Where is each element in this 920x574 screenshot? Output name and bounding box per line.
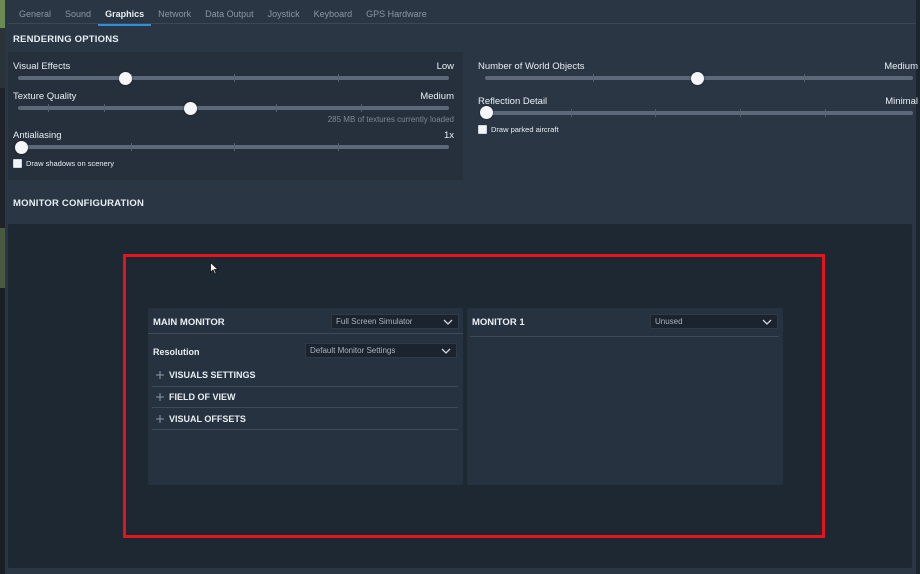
slider-tick [338,74,339,82]
slider-tick [48,104,49,112]
slider-tick [825,109,826,117]
tab-gps-hardware[interactable]: GPS Hardware [359,0,434,24]
slider-tick [234,74,235,82]
world-objects-value: Medium [884,61,918,72]
slider-tick [234,143,235,151]
tab-general[interactable]: General [12,0,58,24]
slider-tick [104,104,105,112]
tab-data-output[interactable]: Data Output [198,0,261,24]
slider-tick [593,74,594,82]
draw-shadows-checkbox[interactable]: Draw shadows on scenery [13,159,114,168]
reflection-detail-slider-track[interactable] [485,111,913,115]
slider-tick [338,143,339,151]
slider-tick [131,143,132,151]
antialiasing-value: 1x [443,130,454,141]
texture-quality-value: Medium [420,91,454,102]
slider-tick [655,109,656,117]
checkbox-icon[interactable] [13,159,22,168]
desktop-edge-strip [0,0,5,574]
desktop-edge-segment [0,88,5,228]
rendering-options-title: RENDERING OPTIONS [13,34,119,45]
tab-joystick[interactable]: Joystick [261,0,307,24]
visual-effects-value: Low [436,61,454,72]
window-right-edge [916,0,920,574]
slider-tick [276,104,277,112]
slider-tick [361,104,362,112]
texture-memory-note: 285 MB of textures currently loaded [327,115,454,124]
desktop-edge-segment [0,228,5,288]
draw-parked-aircraft-label: Draw parked aircraft [491,125,559,134]
antialiasing-slider-thumb[interactable] [15,141,28,154]
texture-quality-label: Texture Quality [13,91,77,102]
visual-effects-slider-thumb[interactable] [119,72,132,85]
texture-quality-slider-thumb[interactable] [184,102,197,115]
slider-tick [571,109,572,117]
slider-tick [804,74,805,82]
tab-bar-divider [8,23,916,24]
mouse-pointer-icon [210,262,219,275]
tab-keyboard[interactable]: Keyboard [307,0,360,24]
world-objects-label: Number of World Objects [478,61,585,72]
draw-shadows-label: Draw shadows on scenery [26,159,114,168]
settings-tab-bar: General Sound Graphics Network Data Outp… [12,0,434,26]
reflection-detail-value: Minimal [885,96,918,107]
draw-parked-aircraft-checkbox[interactable]: Draw parked aircraft [478,125,559,134]
reflection-detail-slider-thumb[interactable] [480,106,493,119]
tab-network[interactable]: Network [151,0,198,24]
highlight-box [123,254,825,538]
desktop-edge-segment [0,28,5,88]
tab-sound[interactable]: Sound [58,0,98,24]
checkbox-icon[interactable] [478,125,487,134]
antialiasing-label: Antialiasing [13,130,62,141]
slider-tick [740,109,741,117]
monitor-configuration-title: MONITOR CONFIGURATION [13,198,145,209]
desktop-edge-segment [0,0,5,28]
texture-quality-slider-track[interactable] [18,106,449,110]
visual-effects-label: Visual Effects [13,61,71,72]
world-objects-slider-thumb[interactable] [691,72,704,85]
